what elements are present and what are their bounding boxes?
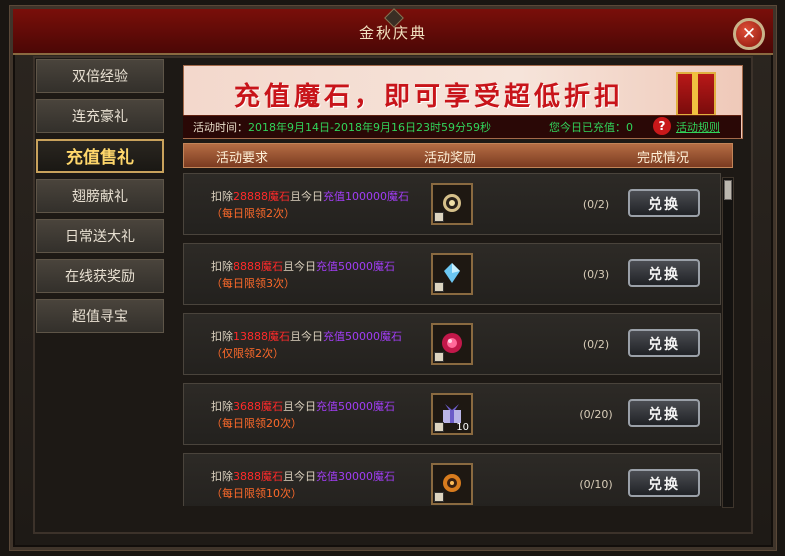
req-pre: 扣除 <box>211 330 233 343</box>
crystal-icon <box>444 263 460 283</box>
req-charge: 充值100000魔石 <box>323 190 409 203</box>
sidebar: 双倍经验 连充豪礼 充值售礼 翅膀献礼 日常送大礼 在线获奖励 超值寻宝 <box>36 59 166 339</box>
event-time: 活动时间：2018年9月14日-2018年9月16日23时59分59秒 <box>193 119 491 135</box>
rules-link[interactable]: 活动规则 <box>676 119 720 135</box>
reward-row: 扣除3688魔石且今日充值50000魔石 （每日限领20次） 10 (0/20)… <box>183 383 721 445</box>
item-quantity: 10 <box>456 422 469 433</box>
info-bar: 活动时间：2018年9月14日-2018年9月16日23时59分59秒 您今日已… <box>183 115 741 138</box>
reward-item-slot[interactable]: 10 <box>431 393 473 435</box>
req-mid: 且今日 <box>283 470 316 483</box>
redeem-button[interactable]: 兑换 <box>628 189 700 217</box>
gift-box-icon <box>443 404 461 423</box>
req-charge: 充值50000魔石 <box>316 260 395 273</box>
banner-text: 充值魔石，即可享受超低折扣 <box>234 82 625 112</box>
req-pre: 扣除 <box>211 190 233 203</box>
req-cost: 8888魔石 <box>233 260 283 273</box>
header-requirement: 活动要求 <box>216 151 269 166</box>
reward-row: 扣除13888魔石且今日充值50000魔石 （仅限领2次） (0/2) 兑换 <box>183 313 721 375</box>
req-cost: 28888魔石 <box>233 190 290 203</box>
req-cost: 3888魔石 <box>233 470 283 483</box>
today-recharge: 您今日已充值：0 <box>549 121 633 134</box>
reward-item-slot[interactable] <box>431 323 473 365</box>
ring-icon <box>443 194 461 212</box>
sidebar-item-online-reward[interactable]: 在线获奖励 <box>36 259 164 293</box>
req-limit: （每日限领3次） <box>211 277 295 290</box>
sidebar-item-treasure-hunt[interactable]: 超值寻宝 <box>36 299 164 333</box>
lock-icon <box>434 492 444 502</box>
req-cost: 3688魔石 <box>233 400 283 413</box>
redeem-button[interactable]: 兑换 <box>628 329 700 357</box>
title-bar: 金秋庆典 ✕ <box>13 8 773 55</box>
event-time-label: 活动时间： <box>193 121 248 134</box>
close-button[interactable]: ✕ <box>733 18 765 50</box>
requirement: 扣除13888魔石且今日充值50000魔石 （仅限领2次） <box>211 328 402 362</box>
amber-ring-icon <box>443 474 461 492</box>
requirement: 扣除28888魔石且今日充值100000魔石 （每日限领2次） <box>211 188 409 222</box>
sidebar-item-recharge-sale[interactable]: 充值售礼 <box>36 139 164 173</box>
progress-count: (0/2) <box>582 198 610 211</box>
progress-count: (0/3) <box>582 268 610 281</box>
reward-item-slot[interactable] <box>431 183 473 225</box>
reward-item-slot[interactable] <box>431 253 473 295</box>
req-charge: 充值50000魔石 <box>323 330 402 343</box>
req-mid: 且今日 <box>283 400 316 413</box>
orb-icon <box>442 333 462 353</box>
req-pre: 扣除 <box>211 260 233 273</box>
reward-row: 扣除3888魔石且今日充值30000魔石 （每日限领10次） (0/10) 兑换 <box>183 453 721 506</box>
req-limit: （每日限领2次） <box>211 207 295 220</box>
sidebar-item-daily-gift[interactable]: 日常送大礼 <box>36 219 164 253</box>
req-mid: 且今日 <box>283 260 316 273</box>
req-limit: （每日限领10次） <box>211 487 302 500</box>
gift-icon <box>676 72 716 116</box>
header-status: 完成情况 <box>637 151 690 166</box>
window-title: 金秋庆典 <box>358 24 427 42</box>
reward-list: 扣除28888魔石且今日充值100000魔石 （每日限领2次） (0/2) 兑换… <box>183 173 721 506</box>
event-time-value: 2018年9月14日-2018年9月16日23时59分59秒 <box>248 121 491 134</box>
req-charge: 充值50000魔石 <box>316 400 395 413</box>
progress-count: (0/2) <box>582 338 610 351</box>
table-header: 活动要求 活动奖励 完成情况 <box>183 143 733 168</box>
redeem-button[interactable]: 兑换 <box>628 399 700 427</box>
help-icon[interactable]: ? <box>653 117 671 135</box>
requirement: 扣除3688魔石且今日充值50000魔石 （每日限领20次） <box>211 398 395 432</box>
req-charge: 充值30000魔石 <box>316 470 395 483</box>
lock-icon <box>434 212 444 222</box>
sidebar-item-consecutive-recharge[interactable]: 连充豪礼 <box>36 99 164 133</box>
lock-icon <box>434 422 444 432</box>
req-limit: （仅限领2次） <box>211 347 284 360</box>
progress-count: (0/10) <box>579 478 613 491</box>
reward-item-slot[interactable] <box>431 463 473 505</box>
redeem-button[interactable]: 兑换 <box>628 469 700 497</box>
lock-icon <box>434 282 444 292</box>
sidebar-item-double-exp[interactable]: 双倍经验 <box>36 59 164 93</box>
progress-count: (0/20) <box>579 408 613 421</box>
req-pre: 扣除 <box>211 400 233 413</box>
req-mid: 且今日 <box>290 330 323 343</box>
redeem-button[interactable]: 兑换 <box>628 259 700 287</box>
reward-row: 扣除8888魔石且今日充值50000魔石 （每日限领3次） (0/3) 兑换 <box>183 243 721 305</box>
requirement: 扣除8888魔石且今日充值50000魔石 （每日限领3次） <box>211 258 395 292</box>
reward-row: 扣除28888魔石且今日充值100000魔石 （每日限领2次） (0/2) 兑换 <box>183 173 721 235</box>
req-mid: 且今日 <box>290 190 323 203</box>
scrollbar[interactable] <box>722 177 734 508</box>
req-limit: （每日限领20次） <box>211 417 302 430</box>
sidebar-item-wings-gift[interactable]: 翅膀献礼 <box>36 179 164 213</box>
req-pre: 扣除 <box>211 470 233 483</box>
requirement: 扣除3888魔石且今日充值30000魔石 （每日限领10次） <box>211 468 395 502</box>
header-reward: 活动奖励 <box>424 151 477 166</box>
lock-icon <box>434 352 444 362</box>
scroll-thumb[interactable] <box>724 180 732 200</box>
req-cost: 13888魔石 <box>233 330 290 343</box>
